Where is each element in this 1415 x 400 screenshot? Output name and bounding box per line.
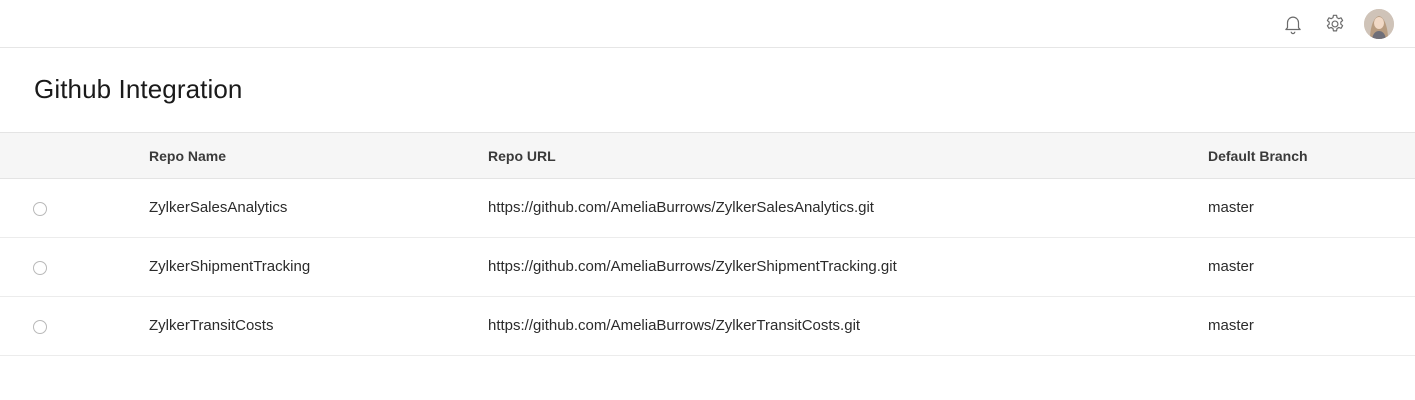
gear-icon[interactable] [1323, 12, 1347, 36]
avatar[interactable] [1364, 9, 1394, 39]
repo-url-cell: https://github.com/AmeliaBurrows/ZylkerT… [488, 317, 861, 334]
table-row[interactable]: ZylkerShipmentTracking https://github.co… [0, 238, 1415, 297]
row-radio-button[interactable] [33, 320, 47, 334]
row-radio-button[interactable] [33, 261, 47, 275]
table-header: Repo Name Repo URL Default Branch [0, 132, 1415, 179]
table-row[interactable]: ZylkerSalesAnalytics https://github.com/… [0, 179, 1415, 238]
column-header-default-branch: Default Branch [1208, 148, 1308, 164]
repo-name-cell: ZylkerSalesAnalytics [149, 199, 288, 216]
default-branch-cell: master [1208, 199, 1254, 216]
column-header-repo-url: Repo URL [488, 148, 556, 164]
bell-icon[interactable] [1281, 12, 1305, 36]
table-row[interactable]: ZylkerTransitCosts https://github.com/Am… [0, 297, 1415, 356]
default-branch-cell: master [1208, 258, 1254, 275]
repo-url-cell: https://github.com/AmeliaBurrows/ZylkerS… [488, 258, 897, 275]
column-header-repo-name: Repo Name [149, 148, 227, 164]
repo-table: Repo Name Repo URL Default Branch Zylker… [0, 132, 1415, 356]
page-title: Github Integration [34, 74, 243, 104]
repo-url-cell: https://github.com/AmeliaBurrows/ZylkerS… [488, 199, 874, 216]
row-radio-button[interactable] [33, 202, 47, 216]
repo-name-cell: ZylkerShipmentTracking [149, 258, 311, 275]
top-bar [0, 0, 1415, 48]
repo-name-cell: ZylkerTransitCosts [149, 317, 274, 334]
default-branch-cell: master [1208, 317, 1254, 334]
